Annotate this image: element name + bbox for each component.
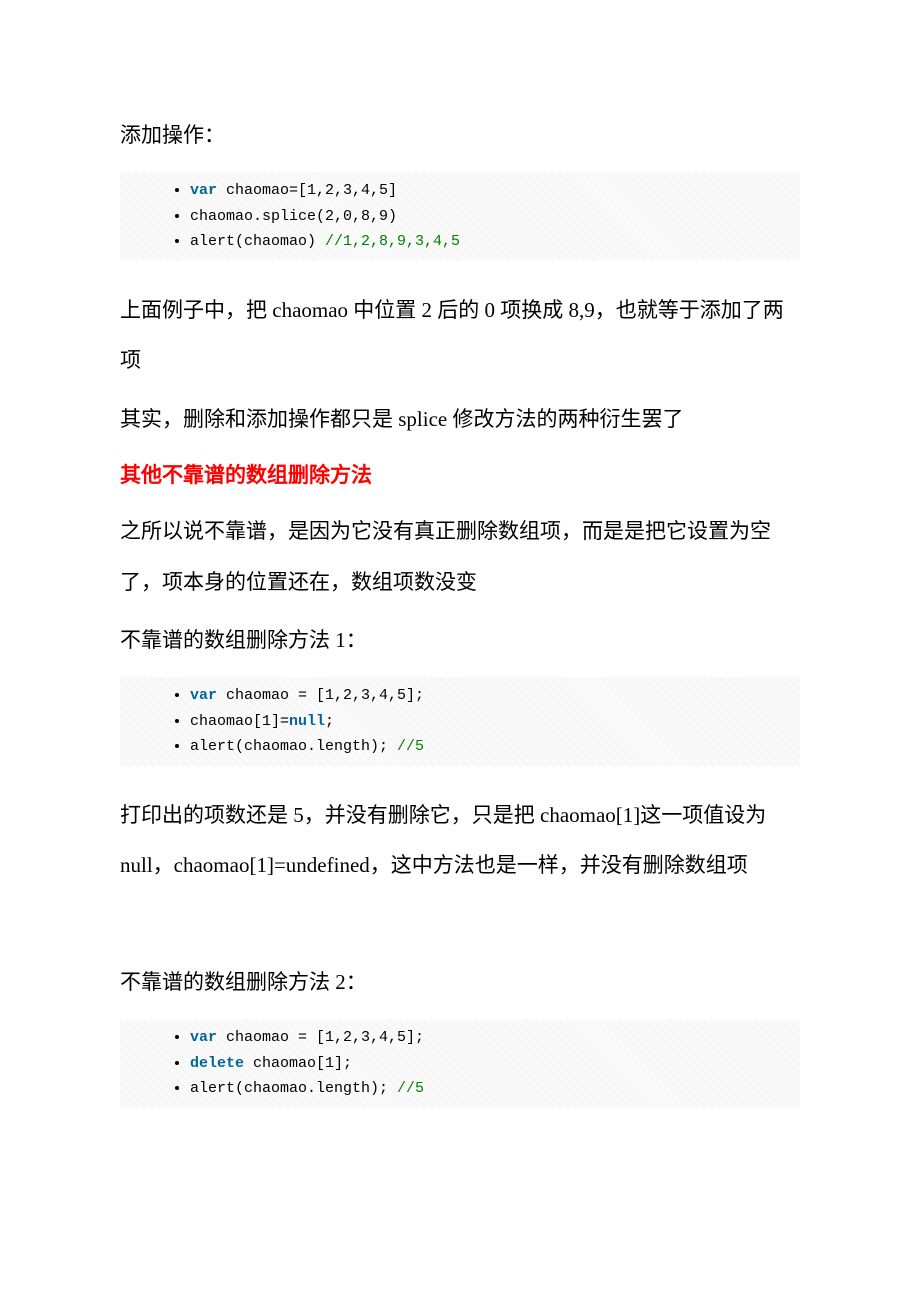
code-block-3: var chaomao = [1,2,3,4,5]; delete chaoma…	[120, 1019, 800, 1108]
code-text: chaomao=[1,2,3,4,5]	[217, 182, 397, 199]
code-text: ;	[325, 713, 334, 730]
keyword-var: var	[190, 1029, 217, 1046]
code-block-1: var chaomao=[1,2,3,4,5] chaomao.splice(2…	[120, 172, 800, 261]
code-list: var chaomao = [1,2,3,4,5]; chaomao[1]=nu…	[160, 683, 790, 760]
code-comment: //5	[397, 1080, 424, 1097]
code-text: alert(chaomao)	[190, 233, 325, 250]
keyword-null: null	[289, 713, 325, 730]
paragraph-method-1-title: 不靠谱的数组删除方法 1：	[120, 615, 800, 665]
code-text: chaomao[1];	[244, 1055, 352, 1072]
code-line: var chaomao = [1,2,3,4,5];	[190, 683, 790, 709]
code-text: alert(chaomao.length);	[190, 738, 397, 755]
code-comment: //1,2,8,9,3,4,5	[325, 233, 460, 250]
paragraph-add-operation: 添加操作：	[120, 110, 800, 160]
code-line: alert(chaomao.length); //5	[190, 1076, 790, 1102]
paragraph-blank	[120, 899, 800, 949]
code-text: chaomao = [1,2,3,4,5];	[217, 687, 424, 704]
code-line: var chaomao=[1,2,3,4,5]	[190, 178, 790, 204]
code-line: chaomao[1]=null;	[190, 709, 790, 735]
code-line: alert(chaomao.length); //5	[190, 734, 790, 760]
code-list: var chaomao=[1,2,3,4,5] chaomao.splice(2…	[160, 178, 790, 255]
code-text: chaomao = [1,2,3,4,5];	[217, 1029, 424, 1046]
code-text: chaomao.splice(2,0,8,9)	[190, 208, 397, 225]
code-line: chaomao.splice(2,0,8,9)	[190, 204, 790, 230]
code-comment: //5	[397, 738, 424, 755]
code-block-2: var chaomao = [1,2,3,4,5]; chaomao[1]=nu…	[120, 677, 800, 766]
section-title-other-methods: 其他不靠谱的数组删除方法	[120, 452, 800, 498]
code-list: var chaomao = [1,2,3,4,5]; delete chaoma…	[160, 1025, 790, 1102]
paragraph-method-2-title: 不靠谱的数组删除方法 2：	[120, 957, 800, 1007]
keyword-var: var	[190, 182, 217, 199]
code-text: chaomao[1]=	[190, 713, 289, 730]
paragraph-explain-2: 其实，删除和添加操作都只是 splice 修改方法的两种衍生罢了	[120, 394, 800, 444]
document-page: 添加操作： var chaomao=[1,2,3,4,5] chaomao.sp…	[0, 0, 920, 1192]
code-line: delete chaomao[1];	[190, 1051, 790, 1077]
paragraph-explain-1: 上面例子中，把 chaomao 中位置 2 后的 0 项换成 8,9，也就等于添…	[120, 285, 800, 386]
paragraph-unreliable-intro: 之所以说不靠谱，是因为它没有真正删除数组项，而是是把它设置为空了，项本身的位置还…	[120, 506, 800, 607]
code-line: alert(chaomao) //1,2,8,9,3,4,5	[190, 229, 790, 255]
code-line: var chaomao = [1,2,3,4,5];	[190, 1025, 790, 1051]
paragraph-method-1-explain: 打印出的项数还是 5，并没有删除它，只是把 chaomao[1]这一项值设为 n…	[120, 790, 800, 891]
keyword-delete: delete	[190, 1055, 244, 1072]
code-text: alert(chaomao.length);	[190, 1080, 397, 1097]
keyword-var: var	[190, 687, 217, 704]
